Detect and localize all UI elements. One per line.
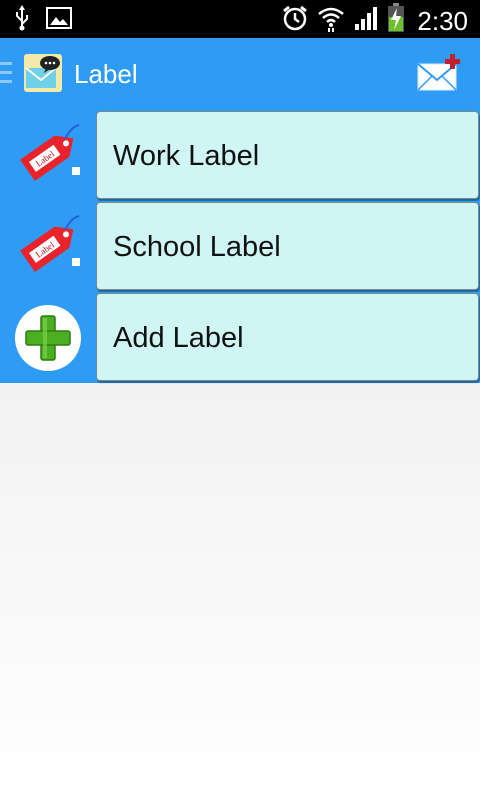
add-label-card[interactable]: Add Label: [96, 293, 479, 381]
image-icon: [46, 7, 72, 34]
usb-icon: [14, 5, 30, 36]
label-card[interactable]: Work Label: [96, 111, 479, 199]
battery-charging-icon: [387, 3, 405, 38]
wifi-icon: [317, 4, 345, 37]
list-item-add-label[interactable]: Add Label: [0, 292, 480, 383]
signal-icon: [353, 5, 379, 36]
compose-mail-icon: [417, 54, 460, 91]
list-item-work-label[interactable]: Label Work Label: [0, 110, 480, 201]
compose-mail-button[interactable]: [416, 52, 462, 94]
list-item-school-label[interactable]: Label School Label: [0, 201, 480, 292]
label-list: Label Work Label Label School Label Add …: [0, 110, 480, 383]
label-card[interactable]: School Label: [96, 202, 479, 290]
page-title: Label: [74, 59, 138, 89]
app-logo-icon[interactable]: [24, 54, 62, 92]
tag-corner-mark: [72, 167, 80, 175]
label-tag-icon: Label: [0, 110, 96, 201]
status-time: 2:30: [417, 5, 468, 36]
add-plus-icon: [0, 292, 96, 383]
label-name: Work Label: [113, 140, 260, 172]
label-tag-icon: Label: [0, 201, 96, 292]
status-bar: 2:30: [0, 0, 480, 38]
action-bar: Label: [0, 38, 480, 110]
alarm-icon: [281, 4, 309, 37]
tag-corner-mark: [72, 258, 80, 266]
drawer-indicator-icon[interactable]: [0, 62, 14, 88]
label-name: Add Label: [113, 322, 244, 354]
label-name: School Label: [113, 231, 281, 263]
